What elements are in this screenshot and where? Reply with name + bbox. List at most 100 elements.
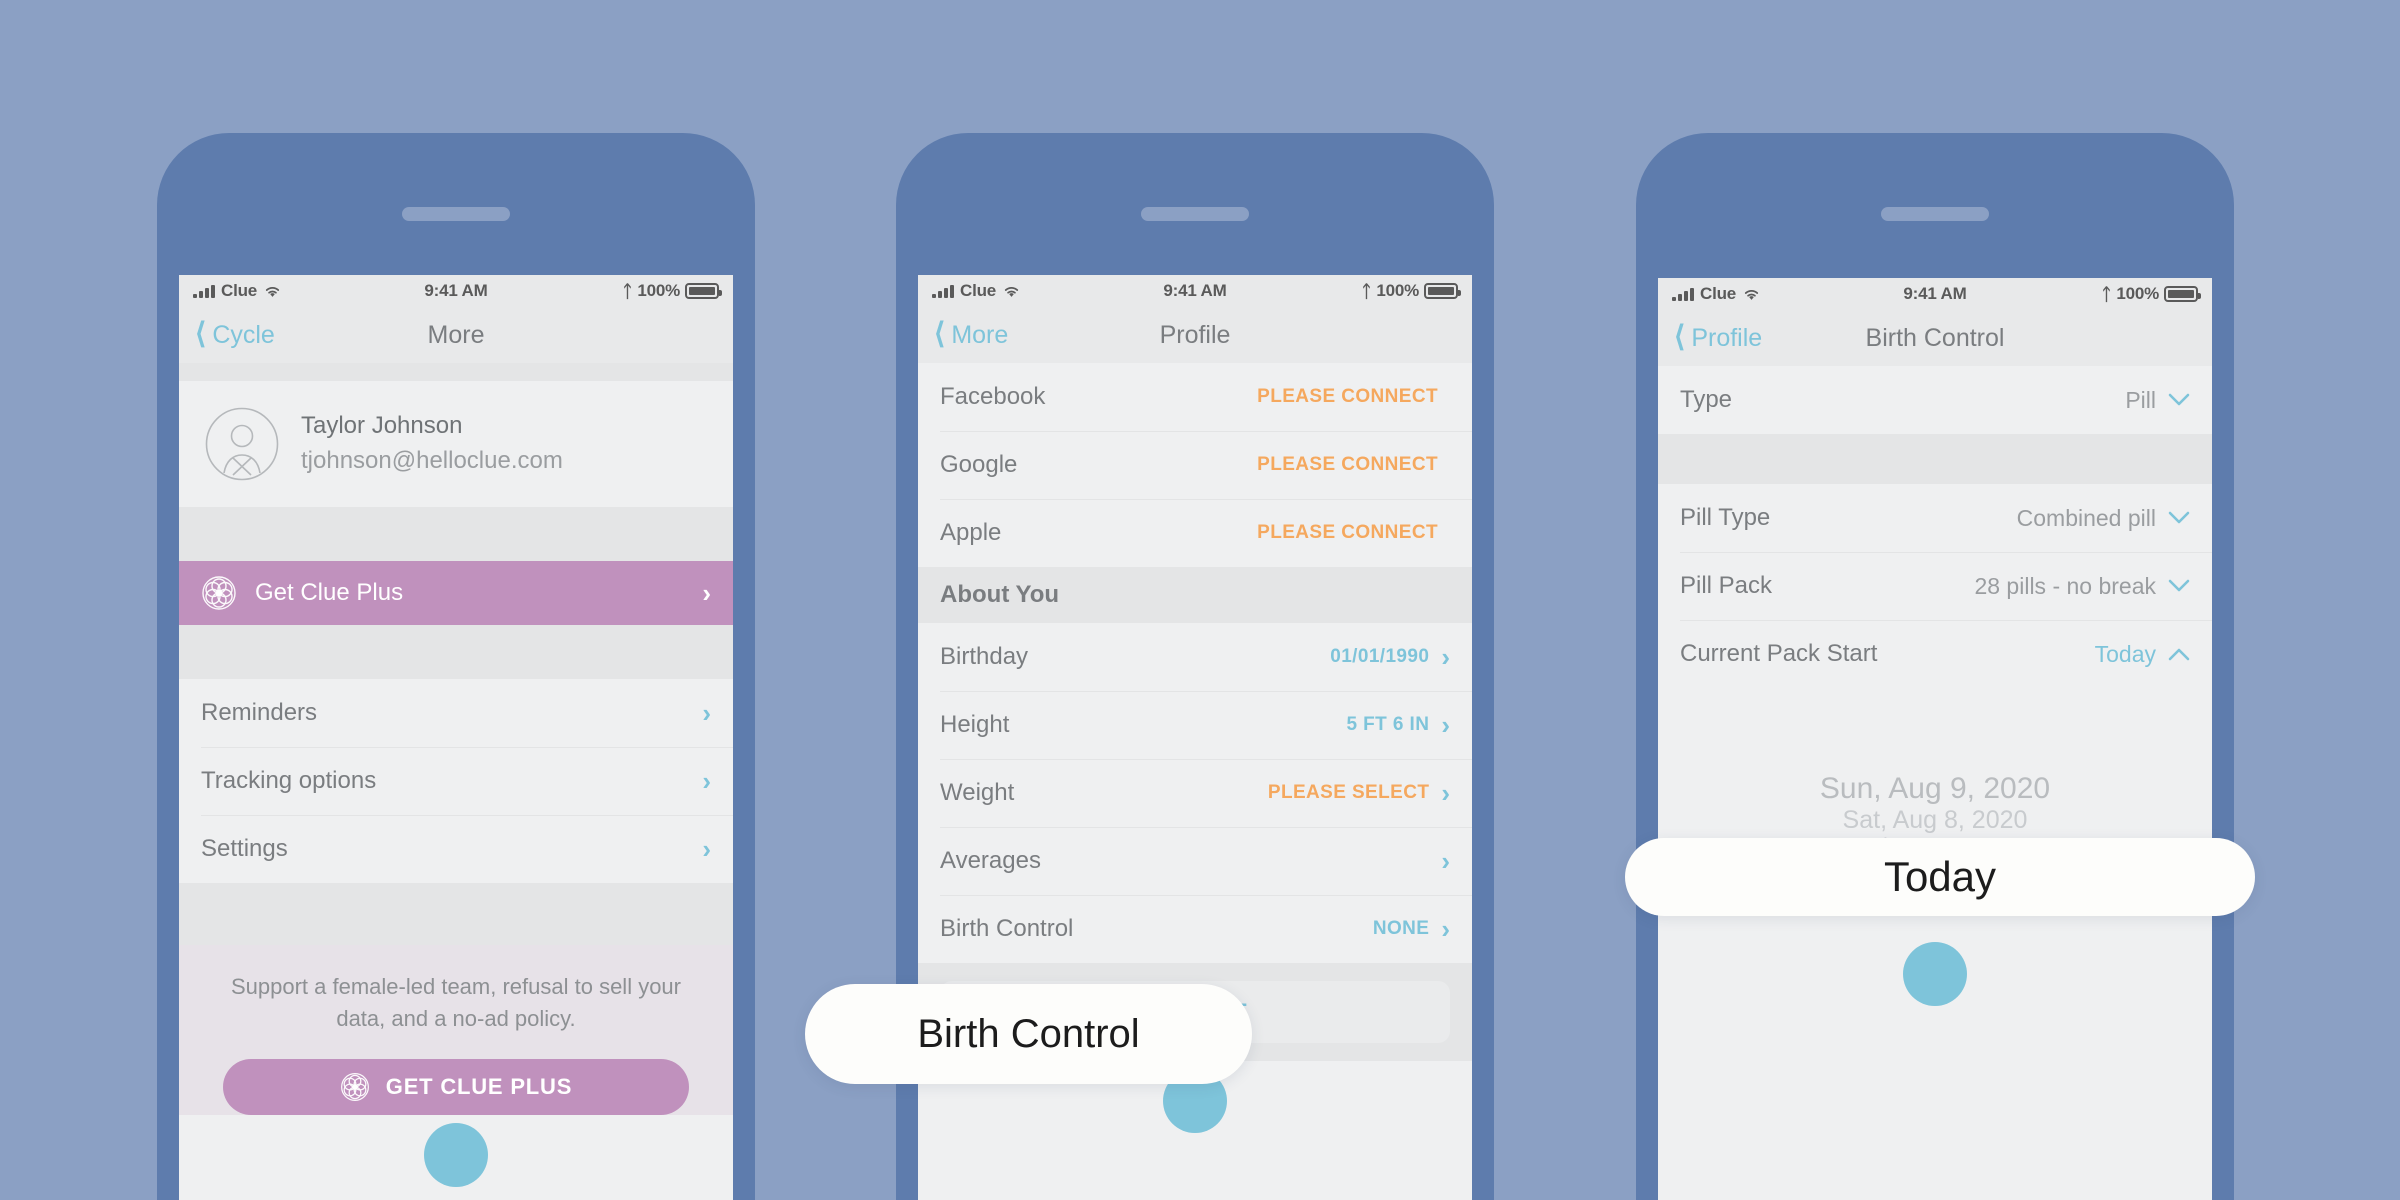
- connection-status: PLEASE CONNECT: [1257, 522, 1438, 543]
- profile-name: Taylor Johnson: [301, 412, 463, 440]
- wifi-icon: [1004, 286, 1019, 297]
- pill-details-group: Pill Type Combined pill Pill Pack 28 pil…: [1658, 484, 2212, 688]
- get-clue-plus-button[interactable]: GET CLUE PLUS: [223, 1058, 689, 1115]
- type-group: Type Pill: [1658, 366, 2212, 434]
- battery-percent: 100%: [637, 281, 680, 300]
- clue-plus-promo: Support a female-led team, refusal to se…: [179, 945, 733, 1115]
- user-avatar-icon: [205, 407, 279, 481]
- back-button-cycle[interactable]: ⟨ Cycle: [195, 317, 275, 350]
- chevron-down-icon: [2168, 511, 2190, 524]
- back-button-profile[interactable]: ⟨ Profile: [1674, 320, 1763, 353]
- carrier-label: Clue: [221, 281, 258, 300]
- bc-row-type[interactable]: Type Pill: [1658, 366, 2212, 434]
- profile-card[interactable]: Taylor Johnson tjohnson@helloclue.com: [179, 381, 733, 507]
- wifi-icon: [1744, 289, 1759, 300]
- phone-3: Clue 9:41 AM ᛏ 100% ⟨ Profile Birth Cont…: [1636, 133, 2234, 1200]
- chevron-left-icon: ⟨: [195, 317, 207, 350]
- battery-icon: [1424, 283, 1461, 299]
- chevron-right-icon: ›: [702, 577, 711, 608]
- about-row-birthday[interactable]: Birthday 01/01/1990 ›: [918, 623, 1472, 691]
- status-time: 9:41 AM: [1163, 281, 1227, 300]
- about-label: Birth Control: [940, 915, 1074, 942]
- about-label: Weight: [940, 779, 1015, 806]
- chevron-down-icon: [2168, 393, 2190, 406]
- menu-item-reminders[interactable]: Reminders ›: [179, 679, 733, 747]
- about-row-height[interactable]: Height 5 FT 6 IN ›: [918, 691, 1472, 759]
- promo-text: Support a female-led team, refusal to se…: [230, 974, 681, 1031]
- chevron-right-icon: ›: [702, 698, 711, 728]
- about-label: Birthday: [940, 643, 1029, 670]
- navbar: ⟨ Cycle More: [179, 307, 733, 363]
- gap: [1658, 434, 2212, 484]
- phone-1: Clue 9:41 AM ᛏ 100% ⟨ Cycle More Taylor …: [157, 133, 755, 1200]
- connection-row-apple[interactable]: Apple PLEASE CONNECT: [918, 499, 1472, 567]
- gap: [179, 507, 733, 561]
- about-label: Height: [940, 711, 1010, 738]
- get-clue-plus-button-label: GET CLUE PLUS: [385, 1073, 573, 1099]
- connection-row-google[interactable]: Google PLEASE CONNECT: [918, 431, 1472, 499]
- chevron-left-icon: ⟨: [934, 317, 946, 350]
- bc-label: Type: [1680, 386, 1733, 413]
- gap: [179, 625, 733, 679]
- profile-email: tjohnson@helloclue.com: [301, 447, 563, 474]
- connection-status: PLEASE CONNECT: [1257, 454, 1438, 475]
- phone-3-screen: Clue 9:41 AM ᛏ 100% ⟨ Profile Birth Cont…: [1658, 278, 2212, 1200]
- menu-group: Reminders › Tracking options › Settings …: [179, 679, 733, 883]
- about-row-birth-control[interactable]: Birth Control NONE ›: [918, 895, 1472, 963]
- phone-speaker: [1881, 207, 1989, 221]
- chevron-right-icon: ›: [702, 834, 711, 864]
- bc-label: Current Pack Start: [1680, 640, 1878, 667]
- about-you-group: Birthday 01/01/1990 › Height 5 FT 6 IN ›…: [918, 623, 1472, 963]
- track-tab-icon[interactable]: [1903, 942, 1967, 1006]
- clue-plus-flower-icon: [340, 1072, 369, 1101]
- wifi-icon: [265, 286, 280, 297]
- picker-option[interactable]: Sat, Aug 8, 2020: [1658, 806, 2212, 835]
- navbar: ⟨ More Profile: [918, 307, 1472, 363]
- status-bar: Clue 9:41 AM ᛏ 100%: [918, 275, 1472, 307]
- about-value: 5 FT 6 IN: [1346, 714, 1430, 735]
- connection-row-facebook[interactable]: Facebook PLEASE CONNECT: [918, 363, 1472, 431]
- chevron-down-icon: [2168, 579, 2190, 592]
- section-header-about-you: About You: [918, 567, 1472, 623]
- chevron-right-icon: ›: [702, 766, 711, 796]
- tab-bar[interactable]: [179, 1114, 733, 1187]
- bc-row-pill-type[interactable]: Pill Type Combined pill: [1658, 484, 2212, 552]
- menu-item-settings[interactable]: Settings ›: [179, 815, 733, 883]
- bc-row-pill-pack[interactable]: Pill Pack 28 pills - no break: [1658, 552, 2212, 620]
- tab-bar[interactable]: [1658, 934, 2212, 1006]
- bc-row-current-pack-start[interactable]: Current Pack Start Today: [1658, 620, 2212, 688]
- get-clue-plus-label: Get Clue Plus: [255, 579, 404, 606]
- cellular-signal-icon: [1672, 287, 1694, 301]
- bc-value: Combined pill: [2016, 504, 2156, 531]
- about-row-averages[interactable]: Averages ›: [918, 827, 1472, 895]
- chevron-right-icon: ›: [1441, 710, 1450, 740]
- status-bar: Clue 9:41 AM ᛏ 100%: [179, 275, 733, 307]
- menu-item-tracking-options[interactable]: Tracking options ›: [179, 747, 733, 815]
- callout-birth-control: Birth Control: [805, 984, 1252, 1084]
- track-tab-icon[interactable]: [424, 1122, 488, 1187]
- bluetooth-icon: ᛏ: [622, 281, 633, 301]
- chevron-right-icon: ›: [1441, 778, 1450, 808]
- picker-option[interactable]: Sun, Aug 9, 2020: [1658, 772, 2212, 806]
- get-clue-plus-banner[interactable]: Get Clue Plus ›: [179, 561, 733, 625]
- about-value: NONE: [1372, 918, 1430, 939]
- chevron-left-icon: ⟨: [1674, 320, 1686, 353]
- back-label: More: [951, 320, 1009, 349]
- connection-status: PLEASE CONNECT: [1257, 386, 1438, 407]
- bc-label: Pill Pack: [1680, 572, 1773, 599]
- carrier-label: Clue: [1700, 284, 1737, 303]
- battery-percent: 100%: [1376, 281, 1419, 300]
- menu-item-label: Settings: [201, 835, 288, 862]
- about-row-weight[interactable]: Weight PLEASE SELECT ›: [918, 759, 1472, 827]
- battery-icon: [685, 283, 722, 299]
- back-label: Cycle: [212, 320, 275, 349]
- status-time: 9:41 AM: [424, 281, 488, 300]
- chevron-right-icon: ›: [1441, 914, 1450, 944]
- back-button-more[interactable]: ⟨ More: [934, 317, 1009, 350]
- gap: [179, 883, 733, 945]
- connection-label: Apple: [940, 519, 1002, 546]
- battery-percent: 100%: [2116, 284, 2159, 303]
- phone-1-screen: Clue 9:41 AM ᛏ 100% ⟨ Cycle More Taylor …: [179, 275, 733, 1200]
- about-value: PLEASE SELECT: [1267, 782, 1430, 803]
- back-label: Profile: [1691, 323, 1763, 352]
